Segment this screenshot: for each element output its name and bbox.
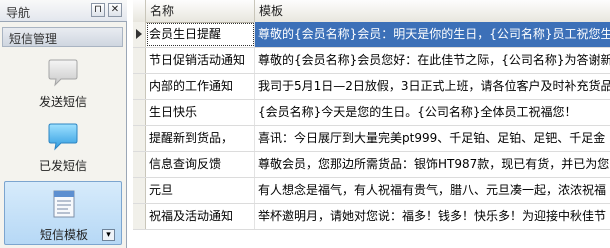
cell-template[interactable]: 喜讯：今日展厅到大量完美pt999、千足铂、足铂、足钯、千足金 bbox=[255, 126, 610, 151]
table-row[interactable]: 提醒新到货品， 喜讯：今日展厅到大量完美pt999、千足铂、足铂、足钯、千足金 bbox=[133, 126, 610, 152]
row-indicator[interactable] bbox=[133, 74, 146, 99]
document-template-icon bbox=[53, 190, 75, 218]
row-indicator[interactable] bbox=[133, 152, 146, 177]
column-header-template[interactable]: 模板 bbox=[255, 0, 610, 22]
pin-button[interactable]: ⊓ bbox=[91, 3, 105, 17]
cell-template[interactable]: 尊敬会员，您那边所需货品：银饰HT987款，现已有货，并已为您 bbox=[255, 152, 610, 177]
nav-item-send-sms[interactable]: 发送短信 bbox=[4, 52, 122, 114]
cell-template[interactable]: 尊敬的{会员名称}会员您好：在此佳节之际，{公司名称}为答谢新 bbox=[255, 48, 610, 73]
table-row[interactable]: 元旦 有人想念是福气，有人祝福有贵气，腊八、元旦凑一起，浓浓祝福 bbox=[133, 178, 610, 204]
nav-item-label: 发送短信 bbox=[38, 95, 87, 109]
cell-name[interactable]: 提醒新到货品， bbox=[146, 126, 255, 151]
cell-name[interactable]: 内部的工作通知 bbox=[146, 74, 255, 99]
cell-name[interactable]: 信息查询反馈 bbox=[146, 152, 255, 177]
cell-template[interactable]: 有人想念是福气，有人祝福有贵气，腊八、元旦凑一起，浓浓祝福 bbox=[255, 178, 610, 203]
group-header-sms-management[interactable]: 短信管理 bbox=[2, 27, 123, 47]
table-row[interactable]: 信息查询反馈 尊敬会员，您那边所需货品：银饰HT987款，现已有货，并已为您 bbox=[133, 152, 610, 178]
cell-name[interactable]: 祝福及活动通知 bbox=[146, 204, 255, 229]
table-row[interactable]: 会员生日提醒 尊敬的{会员名称}会员：明天是你的生日，{公司名称}员工祝您生 bbox=[133, 22, 610, 48]
cell-template[interactable]: 我司于5月1日—2日放假，3日正式上班，请各位客户及时补充货品 bbox=[255, 74, 610, 99]
row-indicator[interactable] bbox=[133, 126, 146, 151]
table-row[interactable]: 生日快乐 {会员名称}今天是您的生日。{公司名称}全体员工祝福您！ bbox=[133, 100, 610, 126]
column-header-name[interactable]: 名称 bbox=[146, 0, 255, 22]
nav-header: 导航 ⊓ ✕ bbox=[0, 0, 127, 22]
row-indicator[interactable] bbox=[133, 22, 146, 47]
cell-template[interactable]: 尊敬的{会员名称}会员：明天是你的生日，{公司名称}员工祝您生 bbox=[255, 22, 610, 47]
row-indicator-header bbox=[133, 0, 146, 22]
table-row[interactable]: 内部的工作通知 我司于5月1日—2日放假，3日正式上班，请各位客户及时补充货品 bbox=[133, 74, 610, 100]
table-row[interactable]: 祝福及活动通知 举杯邀明月，请她对您说：福多！钱多！快乐多！为迎接中秋佳节 bbox=[133, 204, 610, 230]
row-indicator[interactable] bbox=[133, 178, 146, 203]
cell-template[interactable]: {会员名称}今天是您的生日。{公司名称}全体员工祝福您！ bbox=[255, 100, 610, 125]
close-button[interactable]: ✕ bbox=[108, 3, 122, 17]
cell-name[interactable]: 节日促销活动通知 bbox=[146, 48, 255, 73]
grid-header: 名称 模板 bbox=[133, 0, 610, 23]
group-label: 短信管理 bbox=[9, 32, 58, 46]
cell-template[interactable]: 举杯邀明月，请她对您说：福多！钱多！快乐多！为迎接中秋佳节 bbox=[255, 204, 610, 229]
nav-title: 导航 bbox=[6, 6, 31, 20]
cell-name[interactable]: 会员生日提醒 bbox=[146, 22, 255, 47]
nav-item-sent-sms[interactable]: 已发短信 bbox=[4, 116, 122, 178]
navigation-panel: 导航 ⊓ ✕ 短信管理 发送短信 已发短信 短信模板 ▾ bbox=[0, 0, 127, 248]
nav-item-sms-templates[interactable]: 短信模板 ▾ bbox=[4, 181, 122, 245]
row-indicator[interactable] bbox=[133, 204, 146, 229]
cell-name[interactable]: 元旦 bbox=[146, 178, 255, 203]
nav-item-label: 已发短信 bbox=[38, 159, 87, 173]
template-grid: 名称 模板 会员生日提醒 尊敬的{会员名称}会员：明天是你的生日，{公司名称}员工… bbox=[133, 0, 610, 248]
table-row[interactable]: 节日促销活动通知 尊敬的{会员名称}会员您好：在此佳节之际，{公司名称}为答谢新 bbox=[133, 48, 610, 74]
current-row-arrow-icon bbox=[136, 29, 142, 39]
cell-name[interactable]: 生日快乐 bbox=[146, 100, 255, 125]
gray-chat-bubble-icon bbox=[48, 59, 78, 87]
blue-chat-bubble-icon bbox=[48, 123, 78, 151]
row-indicator[interactable] bbox=[133, 100, 146, 125]
row-indicator[interactable] bbox=[133, 48, 146, 73]
expand-more-button[interactable]: ▾ bbox=[102, 229, 115, 241]
